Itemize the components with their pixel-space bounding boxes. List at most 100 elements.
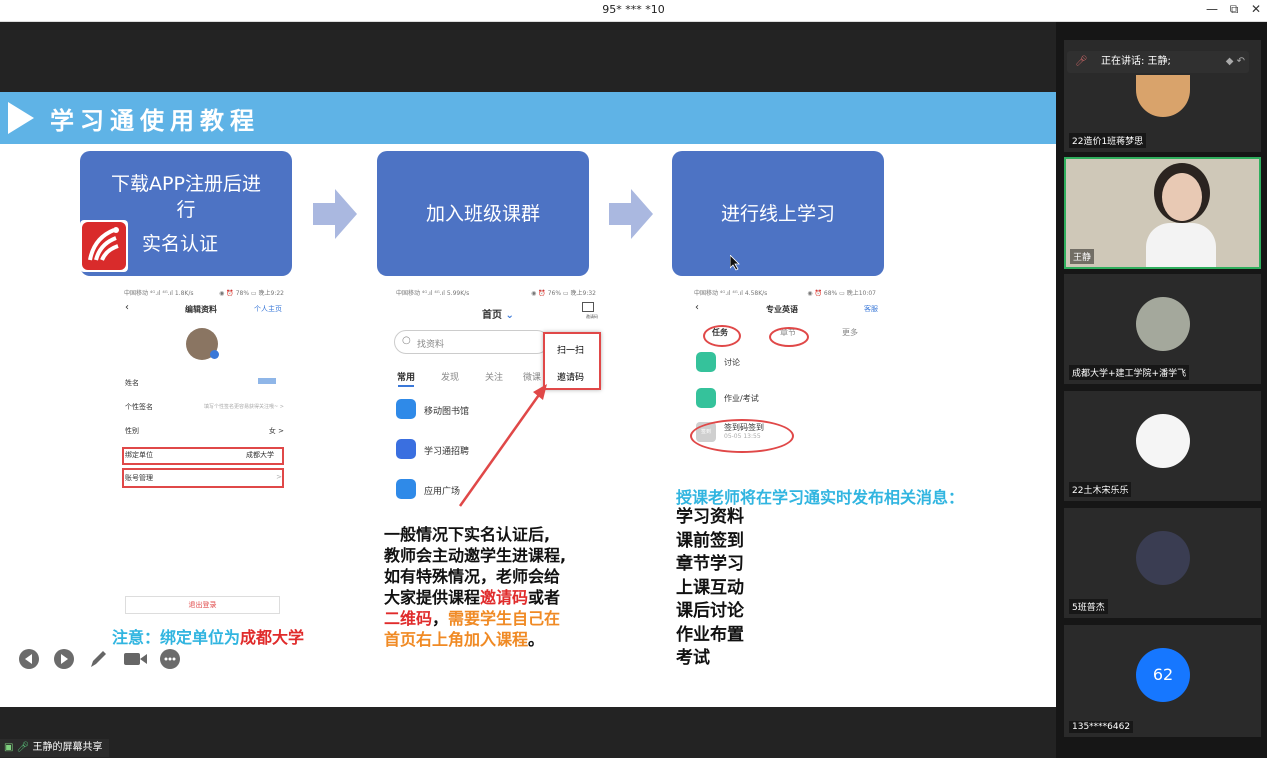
- participant-name: 5班普杰: [1069, 599, 1108, 614]
- back-chevron-icon: ‹: [125, 302, 129, 313]
- desc-highlight: 需要学生自己在: [448, 609, 561, 628]
- avatar: [1136, 531, 1190, 585]
- minimize-icon[interactable]: —: [1202, 2, 1222, 16]
- scan-label: 邀请码: [586, 314, 598, 319]
- highlight-ellipse: [769, 327, 809, 347]
- avatar: 62: [1136, 648, 1190, 702]
- participant-tile-active[interactable]: 王静: [1064, 157, 1261, 269]
- tab-underline: [398, 385, 414, 387]
- video-person-face: [1162, 173, 1202, 221]
- release-list-item: 课前签到: [676, 530, 744, 551]
- avatar: [1136, 414, 1190, 468]
- release-list: 学习资料 课前签到 章节学习 上课互动 课后讨论 作业布置 考试: [676, 506, 796, 671]
- collapse-icon[interactable]: ◆ ↶: [1226, 51, 1245, 73]
- status-right: ◉ ⏰ 76% ▭ 晚上9:32: [531, 290, 596, 297]
- restore-icon[interactable]: ⧉: [1224, 2, 1244, 17]
- participant-name: 135****6462: [1069, 721, 1134, 733]
- status-right: ◉ ⏰ 68% ▭ 晚上10:07: [807, 290, 876, 297]
- phone-header: 专业英语: [766, 305, 798, 314]
- profile-link: 个人主页: [254, 305, 282, 313]
- participant-name: 22土木宋乐乐: [1069, 482, 1132, 497]
- recruit-icon: [396, 439, 416, 459]
- mic-muted-icon: 🎤︎: [1075, 56, 1088, 67]
- release-headline: 授课老师将在学习通实时发布相关消息：: [676, 488, 965, 507]
- profile-row-label: 个性签名: [125, 403, 153, 411]
- highlight-box: [122, 447, 284, 465]
- previous-slide-button[interactable]: [19, 649, 39, 669]
- search-placeholder: 找资料: [417, 340, 445, 350]
- desc-highlight: 二维码: [384, 609, 433, 628]
- desc-span: 。: [528, 630, 545, 649]
- camera-icon[interactable]: [122, 651, 148, 667]
- phone-header: 首页 ⌄: [482, 306, 514, 321]
- step-register-line1: 下载APP注册后进: [111, 173, 261, 195]
- profile-row-value: 填写个性签名更容易获得关注哦~ >: [204, 404, 284, 410]
- phone-statusbar: 中国移动 ⁴ᴳ.ıl ⁴ᴳ.ıl 5.99K/s ◉ ⏰ 76% ▭ 晚上9:3…: [392, 286, 600, 298]
- mouse-cursor-icon: [730, 255, 740, 271]
- desc-span: ，: [432, 609, 449, 628]
- release-list-item: 章节学习: [676, 554, 744, 574]
- status-left: 中国移动 ⁴ᴳ.ıl ⁴ᴳ.ıl 5.99K/s: [396, 290, 470, 297]
- step-study-box: 进行线上学习: [672, 151, 884, 276]
- step-join-label: 加入班级课群: [425, 203, 540, 225]
- participant-tile[interactable]: 5班普杰: [1064, 508, 1261, 618]
- status-right: ◉ ⏰ 78% ▭ 晚上9:22: [219, 290, 284, 297]
- window-title: 95* *** *10: [602, 3, 665, 16]
- meeting-app: 95* *** *10 — ⧉ ✕ 学习通使用教程 下载APP注册后进 行 实名…: [0, 0, 1267, 758]
- desc-line: 一般情况下实名认证后,: [384, 525, 551, 544]
- step-join-box: 加入班级课群: [377, 151, 589, 276]
- speaking-indicator: 🎤︎ 正在讲话: 王静; ◆ ↶: [1067, 51, 1249, 73]
- camera-badge-icon: [210, 350, 219, 359]
- slide: 学习通使用教程 下载APP注册后进 行 实名认证 加入班级课群 进行线上学习 中…: [0, 92, 1056, 707]
- desc-line: 二维码，需要学生自己在: [384, 608, 604, 629]
- note-prefix: 注意：绑定单位为: [112, 628, 241, 647]
- logout-button: 退出登录: [125, 596, 280, 614]
- screen-icon: ▣: [4, 742, 14, 753]
- participant-tile[interactable]: 成都大学+建工学院+潘学飞: [1064, 274, 1261, 384]
- next-slide-button[interactable]: [54, 649, 74, 669]
- homework-icon: [696, 388, 716, 408]
- apps-icon: [396, 479, 416, 499]
- share-label-text: 王静的屏幕共享: [32, 742, 103, 753]
- participant-tile[interactable]: 62 135****6462: [1064, 625, 1261, 737]
- scan-icon: [582, 302, 594, 312]
- desc-highlight: 首页右上角加入课程: [384, 630, 529, 649]
- profile-row-label: 性别: [125, 427, 139, 435]
- step-study-label: 进行线上学习: [720, 203, 835, 225]
- avatar: [1136, 297, 1190, 351]
- release-list-item: 课后讨论: [676, 601, 744, 621]
- desc-span: 大家提供课程: [384, 588, 481, 607]
- avatar: [1136, 75, 1190, 117]
- search-input: ○ 找资料: [394, 330, 549, 354]
- status-left: 中国移动 ⁴ᴳ.ıl ⁴ᴳ.ıl 4.58K/s: [694, 290, 768, 297]
- phone-header: 编辑资料: [185, 305, 217, 314]
- arrow-right-icon: [609, 189, 653, 239]
- play-triangle-icon: [8, 102, 34, 134]
- participant-name: 22造价1班蒋梦思: [1069, 133, 1147, 148]
- participant-tile[interactable]: 22土木宋乐乐: [1064, 391, 1261, 501]
- highlight-box: [122, 468, 284, 488]
- participant-tile[interactable]: 🎤︎ 正在讲话: 王静; ◆ ↶ 22造价1班蒋梦思: [1064, 40, 1261, 152]
- course-item: 讨论: [724, 358, 740, 367]
- arrow-right-icon: [313, 189, 357, 239]
- chevron-down-icon: ⌄: [502, 310, 514, 321]
- participant-name: 王静: [1070, 249, 1095, 264]
- pointer-arrow-icon: [458, 384, 547, 507]
- more-options-button[interactable]: [160, 649, 180, 669]
- course-item: 作业/考试: [724, 394, 759, 403]
- service-link: 客服: [864, 305, 878, 313]
- home-title: 首页: [482, 310, 502, 321]
- slide-title: 学习通使用教程: [50, 107, 260, 135]
- profile-row-value: 女 >: [268, 427, 284, 435]
- close-icon[interactable]: ✕: [1246, 2, 1266, 16]
- tab-common: 常用: [397, 373, 416, 383]
- participant-name: 成都大学+建工学院+潘学飞: [1069, 365, 1190, 380]
- slide-header: 学习通使用教程: [0, 92, 1056, 144]
- video-person-body: [1146, 223, 1216, 267]
- highlight-ellipse: [690, 419, 794, 453]
- desc-line: 首页右上角加入课程。: [384, 629, 604, 650]
- back-chevron-icon: ‹: [695, 302, 699, 313]
- pen-icon[interactable]: [88, 648, 108, 670]
- desc-line: 大家提供课程邀请码或者: [384, 587, 604, 608]
- name-redacted: [258, 378, 276, 384]
